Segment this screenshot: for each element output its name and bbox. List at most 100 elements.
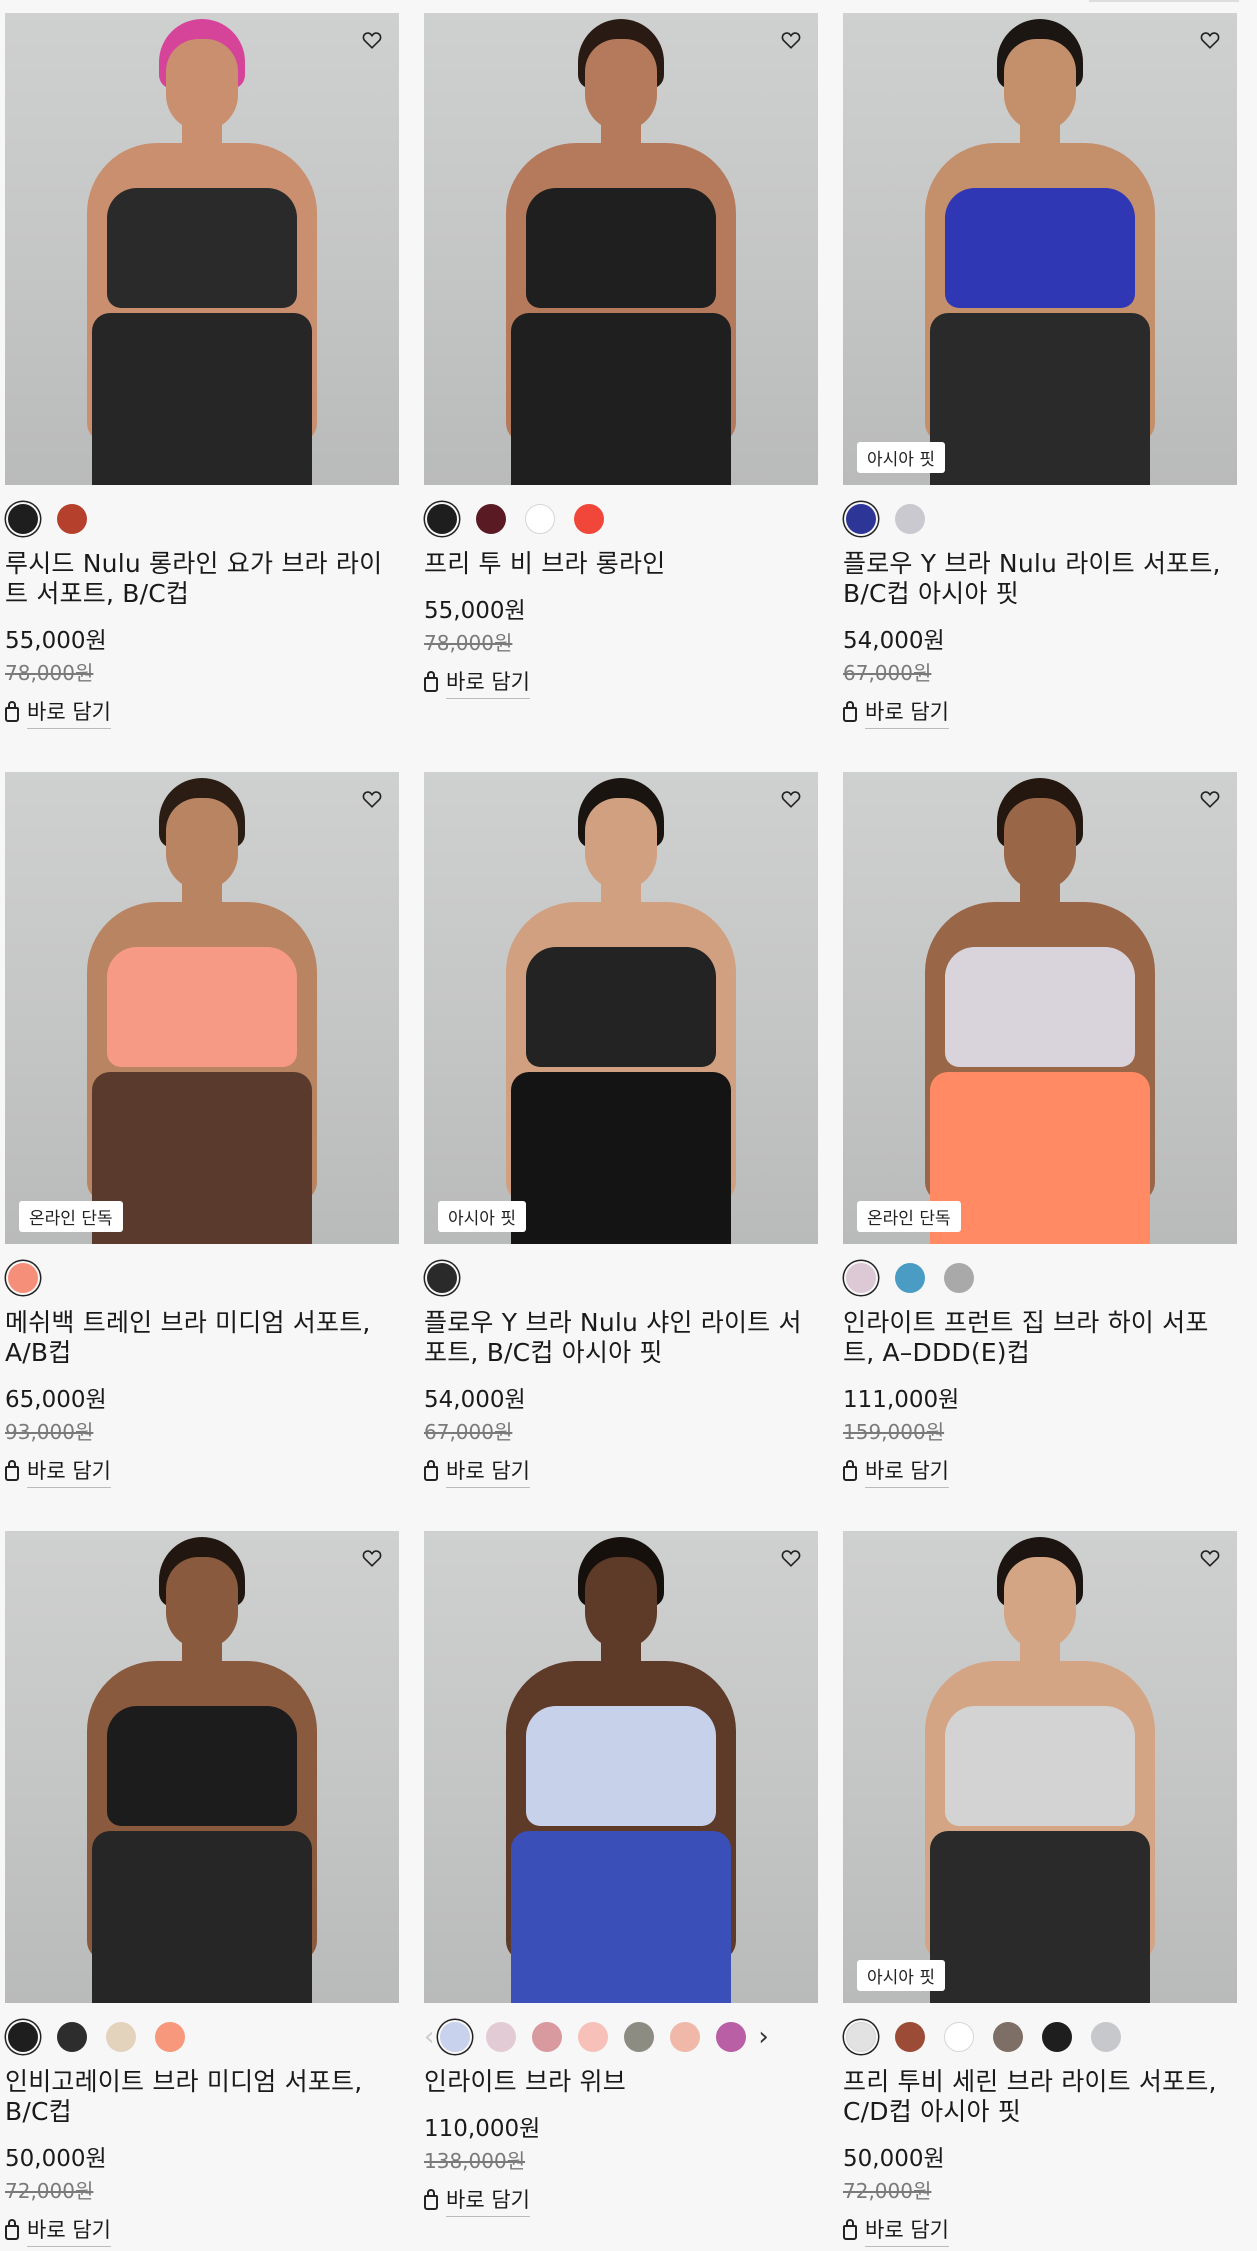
quick-add-label: 바로 담기 (27, 696, 111, 729)
wishlist-heart-icon[interactable] (778, 1545, 804, 1571)
wishlist-heart-icon[interactable] (359, 786, 385, 812)
product-badge: 아시아 핏 (857, 1960, 945, 1991)
model-figure-shape (92, 1072, 312, 1244)
quick-add-label: 바로 담기 (446, 1455, 530, 1488)
model-figure-shape (526, 188, 716, 308)
product-card[interactable]: 프리 투 비 브라 롱라인 55,000원 78,000원 바로 담기 (424, 13, 818, 772)
product-card[interactable]: 인비고레이트 브라 미디엄 서포트, B/C컵 50,000원 72,000원 바로 … (5, 1531, 399, 2251)
quick-add-to-cart-button[interactable]: 바로 담기 (843, 2214, 949, 2247)
color-swatch[interactable] (155, 2022, 185, 2052)
wishlist-heart-icon[interactable] (359, 27, 385, 53)
product-grid: 루시드 Nulu 롱라인 요가 브라 라이트 서포트, B/C컵 55,000원 7… (5, 13, 1237, 2251)
color-swatch[interactable] (427, 1263, 457, 1293)
original-price: 78,000원 (5, 661, 94, 685)
sale-price: 54,000원 (424, 1387, 526, 1413)
quick-add-to-cart-button[interactable]: 바로 담기 (5, 696, 111, 729)
product-image[interactable]: 아시아 핏 (843, 13, 1237, 485)
quick-add-to-cart-button[interactable]: 바로 담기 (424, 666, 530, 699)
model-figure-shape (526, 947, 716, 1067)
wishlist-heart-icon[interactable] (1197, 786, 1223, 812)
color-swatch[interactable] (895, 1263, 925, 1293)
color-swatch[interactable] (944, 1263, 974, 1293)
swatch-next-chevron-right-icon[interactable]: › (758, 2024, 768, 2050)
product-badge: 온라인 단독 (19, 1201, 123, 1232)
product-card[interactable]: 아시아 핏 플로우 Y 브라 Nulu 라이트 서포트, B/C컵 아시아 핏 54… (843, 13, 1237, 772)
color-swatch[interactable] (846, 504, 876, 534)
color-swatch[interactable] (532, 2022, 563, 2052)
wishlist-heart-icon[interactable] (778, 786, 804, 812)
quick-add-to-cart-button[interactable]: 바로 담기 (843, 696, 949, 729)
shopping-bag-icon (424, 1459, 438, 1481)
color-swatch-list (424, 499, 818, 539)
color-swatch[interactable] (57, 504, 87, 534)
color-swatch[interactable] (476, 504, 506, 534)
product-image[interactable]: 온라인 단독 (5, 772, 399, 1244)
product-name-link[interactable]: 프리 투 비 브라 롱라인 (424, 549, 818, 579)
product-image[interactable]: 아시아 핏 (424, 772, 818, 1244)
product-name-link[interactable]: 인비고레이트 브라 미디엄 서포트, B/C컵 (5, 2067, 399, 2127)
color-swatch[interactable] (1091, 2022, 1121, 2052)
color-swatch[interactable] (846, 1263, 876, 1293)
color-swatch[interactable] (8, 2022, 38, 2052)
product-card[interactable]: 아시아 핏프리 투비 세린 브라 라이트 서포트, C/D컵 아시아 핏 50,0… (843, 1531, 1237, 2251)
color-swatch[interactable] (993, 2022, 1023, 2052)
original-price: 138,000원 (424, 2149, 526, 2173)
product-image[interactable] (5, 13, 399, 485)
quick-add-to-cart-button[interactable]: 바로 담기 (5, 2214, 111, 2247)
product-name-link[interactable]: 프리 투비 세린 브라 라이트 서포트, C/D컵 아시아 핏 (843, 2067, 1237, 2127)
color-swatch[interactable] (8, 504, 38, 534)
color-swatch[interactable] (106, 2022, 136, 2052)
wishlist-heart-icon[interactable] (778, 27, 804, 53)
color-swatch[interactable] (57, 2022, 87, 2052)
color-swatch[interactable] (1042, 2022, 1072, 2052)
wishlist-heart-icon[interactable] (1197, 27, 1223, 53)
product-card[interactable]: 온라인 단독 메쉬백 트레인 브라 미디엄 서포트, A/B컵 65,000원 93,… (5, 772, 399, 1531)
color-swatch[interactable] (427, 504, 457, 534)
product-name-link[interactable]: 인라이트 프런트 집 브라 하이 서포트, A–DDD(E)컵 (843, 1308, 1237, 1368)
quick-add-to-cart-button[interactable]: 바로 담기 (5, 1455, 111, 1488)
model-figure-shape (585, 798, 657, 890)
shopping-bag-icon (5, 2218, 19, 2240)
color-swatch[interactable] (895, 2022, 925, 2052)
wishlist-heart-icon[interactable] (1197, 1545, 1223, 1571)
color-swatch[interactable] (574, 504, 604, 534)
product-card[interactable]: 아시아 핏플로우 Y 브라 Nulu 샤인 라이트 서포트, B/C컵 아시아 … (424, 772, 818, 1531)
quick-add-to-cart-button[interactable]: 바로 담기 (424, 2184, 530, 2217)
swatch-prev-chevron-left-icon[interactable]: ‹ (424, 2024, 434, 2050)
original-price: 72,000원 (843, 2179, 932, 2203)
product-image[interactable] (424, 1531, 818, 2003)
color-swatch[interactable] (846, 2022, 876, 2052)
product-image[interactable] (424, 13, 818, 485)
sale-price: 50,000원 (843, 2146, 945, 2172)
product-card[interactable]: 루시드 Nulu 롱라인 요가 브라 라이트 서포트, B/C컵 55,000원 7… (5, 13, 399, 772)
product-card[interactable]: ‹ › 인라이트 브라 위브 110,000원 138,000원 바로 담기 (424, 1531, 818, 2251)
color-swatch[interactable] (944, 2022, 974, 2052)
color-swatch[interactable] (670, 2022, 701, 2052)
product-card[interactable]: 온라인 단독 인라이트 프런트 집 브라 하이 서포트, A–DDD(E)컵 111… (843, 772, 1237, 1531)
product-name-link[interactable]: 루시드 Nulu 롱라인 요가 브라 라이트 서포트, B/C컵 (5, 549, 399, 609)
color-swatch[interactable] (525, 504, 555, 534)
model-figure-shape (930, 1831, 1150, 2003)
product-image[interactable]: 아시아 핏 (843, 1531, 1237, 2003)
color-swatch[interactable] (8, 1263, 38, 1293)
product-image[interactable]: 온라인 단독 (843, 772, 1237, 1244)
product-name-link[interactable]: 메쉬백 트레인 브라 미디엄 서포트, A/B컵 (5, 1308, 399, 1368)
product-name-link[interactable]: 플로우 Y 브라 Nulu 라이트 서포트, B/C컵 아시아 핏 (843, 549, 1237, 609)
original-price: 67,000원 (843, 661, 932, 685)
color-swatch[interactable] (716, 2022, 747, 2052)
shopping-bag-icon (424, 2188, 438, 2210)
product-image[interactable] (5, 1531, 399, 2003)
color-swatch[interactable] (624, 2022, 655, 2052)
shopping-bag-icon (843, 700, 857, 722)
product-name-link[interactable]: 인라이트 브라 위브 (424, 2067, 818, 2097)
color-swatch[interactable] (440, 2022, 471, 2052)
product-name-link[interactable]: 플로우 Y 브라 Nulu 샤인 라이트 서포트, B/C컵 아시아 핏 (424, 1308, 818, 1368)
model-figure-shape (166, 39, 238, 131)
color-swatch[interactable] (578, 2022, 609, 2052)
color-swatch[interactable] (895, 504, 925, 534)
quick-add-to-cart-button[interactable]: 바로 담기 (843, 1455, 949, 1488)
quick-add-to-cart-button[interactable]: 바로 담기 (424, 1455, 530, 1488)
wishlist-heart-icon[interactable] (359, 1545, 385, 1571)
color-swatch-list (843, 1258, 1237, 1298)
color-swatch[interactable] (486, 2022, 517, 2052)
